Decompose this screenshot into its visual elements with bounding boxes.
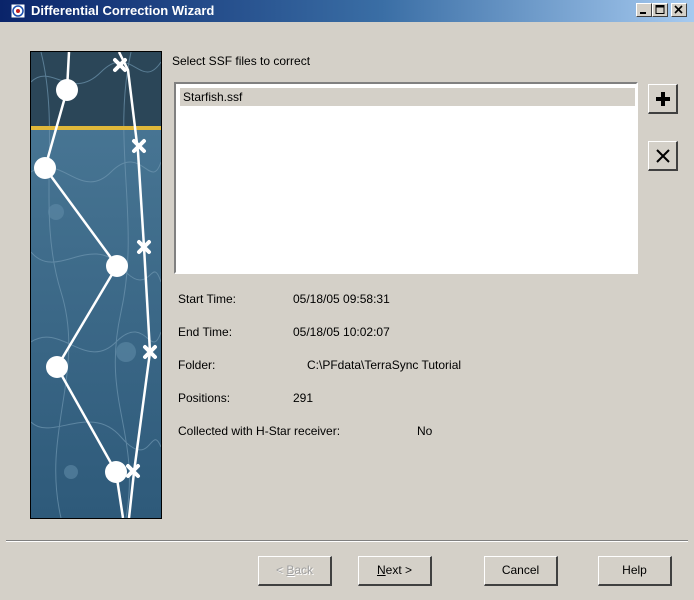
plus-icon (656, 92, 670, 106)
minimize-button[interactable] (636, 3, 652, 17)
cancel-button[interactable]: Cancel (484, 556, 558, 586)
close-button[interactable] (671, 3, 687, 17)
close-icon (674, 5, 683, 14)
maximize-button[interactable] (652, 3, 668, 17)
back-prefix: < (275, 563, 287, 577)
title-bar[interactable]: Differential Correction Wizard (0, 0, 694, 22)
minimize-icon (640, 12, 646, 14)
select-files-prompt: Select SSF files to correct (172, 54, 311, 68)
folder-label: Folder: (178, 358, 216, 372)
start-time-label: Start Time: (178, 292, 237, 306)
wizard-side-image (30, 51, 162, 519)
next-label: ext > (385, 563, 413, 577)
folder-value: C:\PFdata\TerraSync Tutorial (307, 358, 462, 372)
ssf-file-list[interactable]: Starfish.ssf (174, 82, 638, 274)
back-button[interactable]: < Back (258, 556, 332, 586)
next-button[interactable]: Next > (358, 556, 432, 586)
hstar-label: Collected with H-Star receiver: (178, 424, 341, 438)
next-mnemonic: N (376, 563, 386, 577)
start-time-value: 05/18/05 09:58:31 (293, 292, 390, 306)
positions-value: 291 (293, 391, 314, 405)
end-time-label: End Time: (178, 325, 233, 339)
positions-label: Positions: (178, 391, 231, 405)
add-file-button[interactable] (648, 84, 678, 114)
back-label: ack (294, 563, 314, 577)
hstar-value: No (417, 424, 433, 438)
app-icon (10, 3, 26, 19)
remove-icon (656, 149, 670, 163)
window-title: Differential Correction Wizard (31, 3, 215, 18)
remove-file-button[interactable] (648, 141, 678, 171)
gps-track-illustration (31, 52, 161, 518)
wizard-window: Differential Correction Wizard Select SS… (0, 0, 694, 600)
help-button[interactable]: Help (598, 556, 672, 586)
list-item[interactable]: Starfish.ssf (180, 88, 635, 106)
maximize-icon (655, 5, 665, 14)
end-time-value: 05/18/05 10:02:07 (293, 325, 390, 339)
footer-divider (6, 540, 688, 542)
